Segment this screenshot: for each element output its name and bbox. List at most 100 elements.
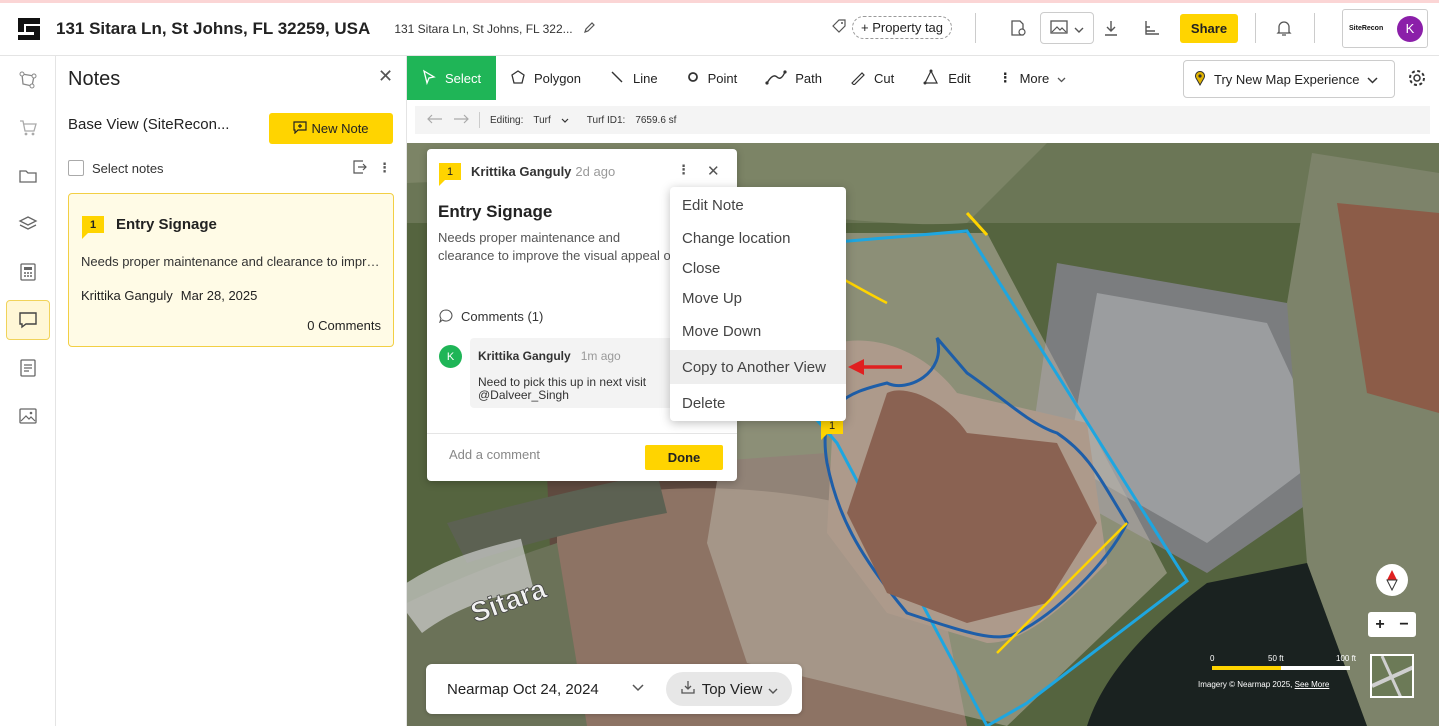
rail-measurement-icon[interactable] bbox=[6, 60, 50, 100]
close-icon[interactable]: ✕ bbox=[378, 66, 393, 87]
done-button[interactable]: Done bbox=[645, 445, 723, 470]
divider bbox=[479, 112, 480, 128]
property-tag-group: + Property tag bbox=[832, 16, 953, 39]
menu-item-move-down[interactable]: Move Down bbox=[670, 316, 846, 346]
line-tool[interactable]: Line bbox=[595, 56, 672, 100]
imagery-date[interactable]: Nearmap Oct 24, 2024 bbox=[447, 681, 599, 698]
point-tool-label: Point bbox=[707, 70, 738, 86]
gear-icon[interactable] bbox=[1407, 68, 1427, 93]
note-add-icon bbox=[293, 120, 308, 137]
select-tool-label: Select bbox=[445, 70, 482, 86]
polygon-tool[interactable]: Polygon bbox=[496, 56, 595, 100]
gallery-icon[interactable] bbox=[6, 396, 50, 436]
line-tool-label: Line bbox=[632, 70, 658, 86]
note-card-comments: 0 Comments bbox=[307, 318, 381, 333]
minimap-thumbnail[interactable] bbox=[1370, 654, 1414, 698]
zoom-out-button[interactable]: − bbox=[1399, 616, 1408, 634]
calculator-icon[interactable] bbox=[6, 252, 50, 292]
bell-icon[interactable] bbox=[1272, 16, 1296, 40]
edit-vertex-icon bbox=[922, 69, 940, 88]
menu-item-change-location[interactable]: Change location bbox=[670, 223, 846, 253]
note-number-badge: 1 bbox=[439, 163, 461, 186]
more-vertical-icon[interactable]: ⋮ bbox=[677, 162, 690, 178]
imagery-dropdown-button[interactable] bbox=[1040, 12, 1094, 44]
view-mode-label: Top View bbox=[701, 680, 763, 698]
menu-item-move-up[interactable]: Move Up bbox=[670, 283, 846, 313]
undo-icon[interactable] bbox=[427, 114, 443, 127]
document-icon[interactable] bbox=[6, 348, 50, 388]
org-logo: SiteRecon bbox=[1349, 25, 1384, 32]
edit-tool[interactable]: Edit bbox=[908, 56, 984, 100]
menu-item-close[interactable]: Close bbox=[670, 253, 846, 283]
notes-icon[interactable] bbox=[6, 300, 50, 340]
popup-title: Entry Signage bbox=[438, 202, 553, 221]
imagery-credit: Imagery © Nearmap 2025, See More bbox=[1198, 680, 1329, 689]
chevron-down-icon bbox=[768, 681, 778, 698]
select-notes-checkbox[interactable] bbox=[68, 160, 84, 176]
menu-item-edit-note[interactable]: Edit Note bbox=[670, 190, 846, 220]
compass-icon[interactable] bbox=[1376, 564, 1408, 596]
layers-icon[interactable] bbox=[6, 204, 50, 244]
property-subtitle[interactable]: 131 Sitara Ln, St Johns, FL 322... bbox=[394, 22, 572, 36]
report-icon[interactable] bbox=[1006, 16, 1030, 40]
comment-text: Need to pick this up in next visit @Dalv… bbox=[478, 376, 678, 402]
note-card-meta: Krittika Ganguly Mar 28, 2025 bbox=[81, 288, 257, 303]
property-tag-button[interactable]: + Property tag bbox=[852, 16, 953, 39]
more-tool[interactable]: ⋮ More bbox=[985, 56, 1081, 100]
cut-tool[interactable]: Cut bbox=[836, 56, 908, 100]
header-divider bbox=[1314, 13, 1315, 43]
popup-time: 2d ago bbox=[575, 164, 616, 179]
path-tool[interactable]: Path bbox=[751, 56, 836, 100]
popup-body: Needs proper maintenance and clearance t… bbox=[438, 230, 675, 263]
cut-icon bbox=[850, 69, 866, 88]
cursor-icon bbox=[421, 69, 437, 88]
property-title: 131 Sitara Ln, St Johns, FL 32259, USA bbox=[56, 19, 371, 38]
left-rail bbox=[0, 56, 56, 726]
select-notes-label: Select notes bbox=[92, 160, 164, 176]
chevron-down-icon[interactable] bbox=[561, 115, 569, 126]
editing-label: Editing: bbox=[490, 114, 524, 126]
select-notes-row: Select notes bbox=[68, 160, 164, 176]
see-more-link[interactable]: See More bbox=[1295, 680, 1330, 689]
polygon-tool-label: Polygon bbox=[534, 70, 581, 86]
view-mode-dropdown[interactable]: Top View bbox=[666, 672, 792, 706]
select-tool[interactable]: Select bbox=[407, 56, 496, 100]
note-card-date: Mar 28, 2025 bbox=[180, 288, 258, 303]
comment-item: Krittika Ganguly 1m ago Need to pick thi… bbox=[470, 338, 680, 408]
download-icon[interactable] bbox=[1099, 16, 1123, 40]
zoom-control: + − bbox=[1368, 612, 1416, 637]
account-menu[interactable]: SiteRecon K bbox=[1342, 9, 1428, 48]
comment-input[interactable]: Add a comment bbox=[449, 447, 540, 462]
point-icon bbox=[686, 70, 700, 87]
note-card[interactable]: 1 Entry Signage Needs proper maintenance… bbox=[68, 193, 394, 347]
chevron-down-icon bbox=[1057, 71, 1066, 86]
chevron-down-icon bbox=[1074, 21, 1084, 36]
cart-icon[interactable] bbox=[6, 108, 50, 148]
zoom-in-button[interactable]: + bbox=[1375, 616, 1384, 634]
menu-item-delete[interactable]: Delete bbox=[670, 388, 846, 418]
try-new-map-dropdown[interactable]: Try New Map Experience bbox=[1183, 60, 1395, 98]
more-vertical-icon[interactable]: ⋮ bbox=[378, 160, 391, 176]
measure-icon[interactable] bbox=[1140, 16, 1164, 40]
edit-tool-label: Edit bbox=[948, 70, 971, 86]
point-tool[interactable]: Point bbox=[672, 56, 752, 100]
share-button[interactable]: Share bbox=[1180, 14, 1238, 43]
more-vertical-icon: ⋮ bbox=[998, 70, 1012, 85]
comment-mention[interactable]: @Dalveer_Singh bbox=[478, 389, 678, 402]
popup-author: Krittika Ganguly bbox=[471, 164, 572, 179]
close-icon[interactable]: ✕ bbox=[707, 162, 720, 180]
notes-title: Notes bbox=[68, 68, 121, 90]
edit-pencil-icon[interactable] bbox=[583, 21, 596, 37]
menu-item-copy-to-another-view[interactable]: Copy to Another View bbox=[670, 350, 846, 384]
editing-value[interactable]: Turf bbox=[533, 115, 550, 126]
siterecon-logo[interactable] bbox=[18, 18, 40, 40]
export-icon[interactable] bbox=[353, 160, 367, 177]
comment-author: Krittika Ganguly bbox=[478, 349, 571, 363]
line-icon bbox=[609, 69, 625, 88]
note-card-title: Entry Signage bbox=[116, 216, 217, 233]
redo-icon[interactable] bbox=[453, 114, 469, 127]
folder-icon[interactable] bbox=[6, 156, 50, 196]
new-note-button[interactable]: New Note bbox=[269, 113, 393, 144]
chevron-down-icon[interactable] bbox=[632, 680, 644, 695]
turf-label: Turf ID1: bbox=[586, 114, 626, 126]
